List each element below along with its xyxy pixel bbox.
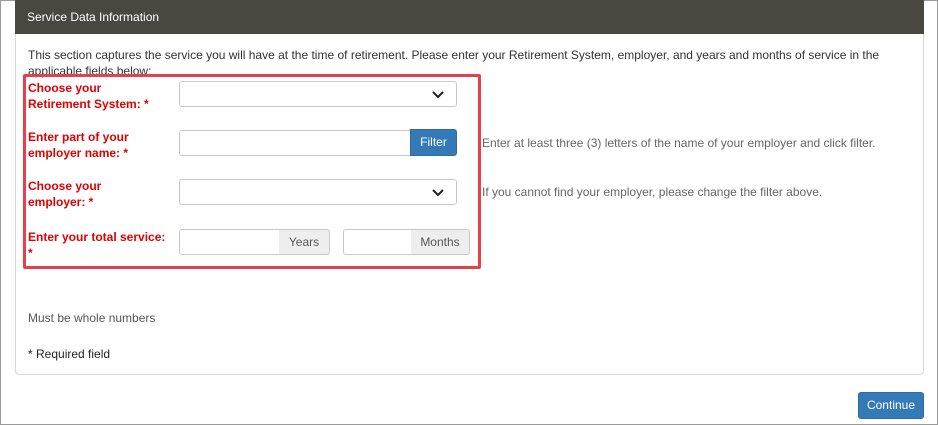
retirement-system-label-line1: Choose your xyxy=(28,81,102,95)
required-field-note: * Required field xyxy=(28,347,111,361)
employer-select[interactable] xyxy=(179,179,457,205)
panel-title: Service Data Information xyxy=(27,10,160,24)
employer-label-line1: Choose your xyxy=(28,179,102,193)
months-addon: Months xyxy=(411,229,470,255)
employer-name-label-line1: Enter part of your xyxy=(28,130,129,144)
employer-name-input[interactable] xyxy=(179,130,411,156)
total-service-label: Enter your total service: * xyxy=(28,229,173,261)
whole-numbers-note: Must be whole numbers xyxy=(28,311,156,325)
retirement-system-select[interactable] xyxy=(179,81,457,107)
years-addon: Years xyxy=(279,229,330,255)
retirement-system-label-line2: Retirement System: * xyxy=(28,97,149,111)
employer-label-line2: employer: * xyxy=(28,195,94,209)
total-service-label-line1: Enter your total service: xyxy=(28,230,166,244)
filter-button[interactable]: Filter xyxy=(410,129,457,156)
employer-label: Choose your employer: * xyxy=(28,178,178,210)
employer-name-label-line2: employer name: * xyxy=(28,146,129,160)
months-input[interactable] xyxy=(343,229,412,255)
years-input[interactable] xyxy=(179,229,280,255)
retirement-system-label: Choose your Retirement System: * xyxy=(28,80,178,112)
continue-button[interactable]: Continue xyxy=(858,392,924,419)
panel-heading: Service Data Information xyxy=(15,0,924,34)
chevron-down-icon xyxy=(432,91,444,99)
employer-name-help: Enter at least three (3) letters of the … xyxy=(482,136,876,150)
intro-text: This section captures the service you wi… xyxy=(28,48,880,78)
total-service-label-line2: * xyxy=(28,246,33,260)
employer-help: If you cannot find your employer, please… xyxy=(482,185,823,199)
employer-name-label: Enter part of your employer name: * xyxy=(28,129,178,161)
chevron-down-icon xyxy=(432,189,444,197)
